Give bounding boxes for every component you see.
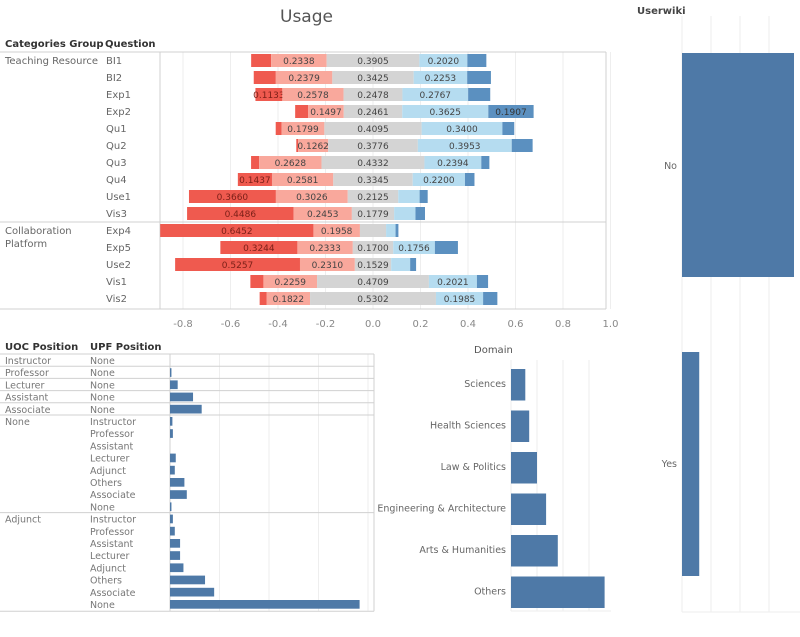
bar [511,535,558,567]
upf-label: Adjunct [90,563,126,574]
uoc-label: Professor [5,368,49,379]
bar [170,514,173,524]
upf-label: None [90,380,115,391]
upf-label: None [90,368,115,379]
bar [170,392,194,402]
bar [511,410,530,442]
userwiki-label: Yes [661,459,677,470]
upf-label: None [90,356,115,367]
bar [170,478,185,487]
upf-label: None [90,600,115,611]
uoc-label: Associate [5,405,51,416]
domain-label: Law & Politics [441,462,506,473]
bar [170,551,181,560]
bar [511,493,547,525]
bar [170,404,202,414]
bar [170,587,215,597]
upf-label: Associate [90,588,136,599]
bar [682,352,700,576]
bar [170,563,184,573]
upf-label: Adjunct [90,466,126,477]
bar [170,429,173,438]
bar [170,539,181,548]
bar [170,575,206,585]
domain-label: Sciences [464,379,506,390]
bar [170,417,173,426]
uoc-label: Lecturer [5,380,44,391]
upf-label: None [90,405,115,416]
upf-label: Others [90,576,122,587]
domain-label: Arts & Humanities [419,545,506,556]
bar [170,600,360,609]
upf-label: Assistant [90,539,134,550]
domain-chart: Sciences Health Sciences Law & Politics Eng… [377,360,611,612]
upf-label: None [90,393,115,404]
uoc-label: None [5,417,30,428]
bar [511,576,605,608]
bar [511,369,526,401]
bar [682,53,794,277]
bar [511,452,537,484]
upf-label: Lecturer [90,454,129,465]
userwiki-chart: No Yes [661,16,800,613]
bar [170,453,176,463]
domain-label: Others [474,587,506,598]
uoc-label: Instructor [5,356,51,367]
bar [170,380,178,390]
uoc-label: Assistant [5,393,49,404]
upf-label: Others [90,478,122,489]
bar [170,490,187,499]
upf-label: Professor [90,527,134,538]
bar [170,368,172,377]
userwiki-label: No [664,161,677,172]
uoc-label: Adjunct [5,515,41,526]
bar [170,526,175,536]
bar [170,502,172,512]
upf-label: Instructor [90,417,136,428]
position-chart: Instructor NoneProfessor NoneLecturer NoneA… [0,353,375,612]
upf-label: Associate [90,490,136,501]
upf-label: Lecturer [90,551,129,562]
domain-label: Health Sciences [430,421,506,432]
upf-label: Instructor [90,515,136,526]
upf-label: Professor [90,429,134,440]
upf-label: Assistant [90,441,134,452]
domain-label: Engineering & Architecture [377,504,506,515]
upf-label: None [90,502,115,513]
bar [170,465,175,475]
